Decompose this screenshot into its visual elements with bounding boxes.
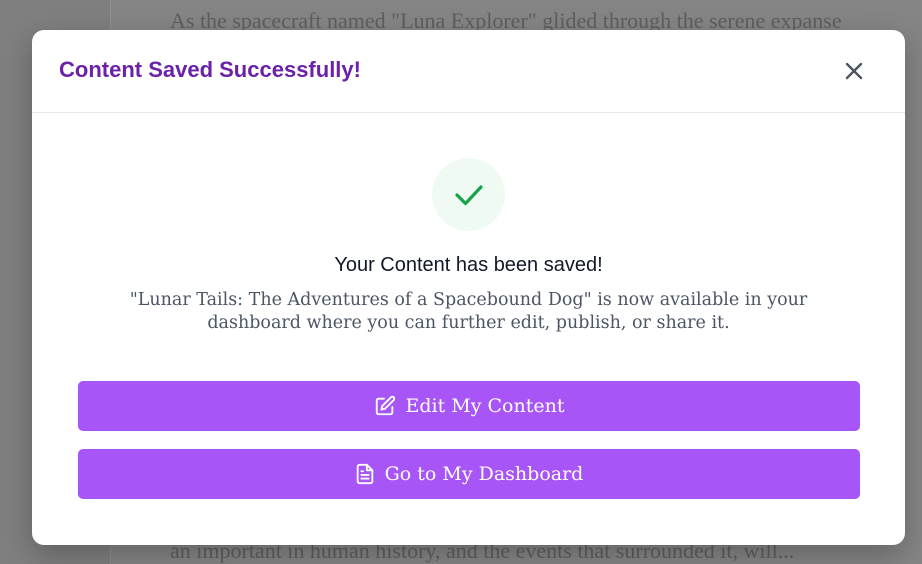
edit-content-button[interactable]: Edit My Content <box>78 381 860 431</box>
saved-heading: Your Content has been saved! <box>334 254 603 276</box>
modal-title: Content Saved Successfully! <box>59 57 361 82</box>
success-badge <box>432 158 505 231</box>
checkmark-icon <box>453 179 485 211</box>
close-button[interactable] <box>841 58 867 84</box>
saved-description: "Lunar Tails: The Adventures of a Spaceb… <box>129 290 808 333</box>
modal-header: Content Saved Successfully! <box>32 30 905 113</box>
edit-content-label: Edit My Content <box>405 395 565 417</box>
go-to-dashboard-button[interactable]: Go to My Dashboard <box>78 449 860 499</box>
success-modal: Content Saved Successfully! Your Content… <box>32 30 905 545</box>
document-icon <box>355 463 375 485</box>
close-icon <box>844 61 864 81</box>
edit-icon <box>374 395 396 417</box>
go-to-dashboard-label: Go to My Dashboard <box>384 463 584 485</box>
